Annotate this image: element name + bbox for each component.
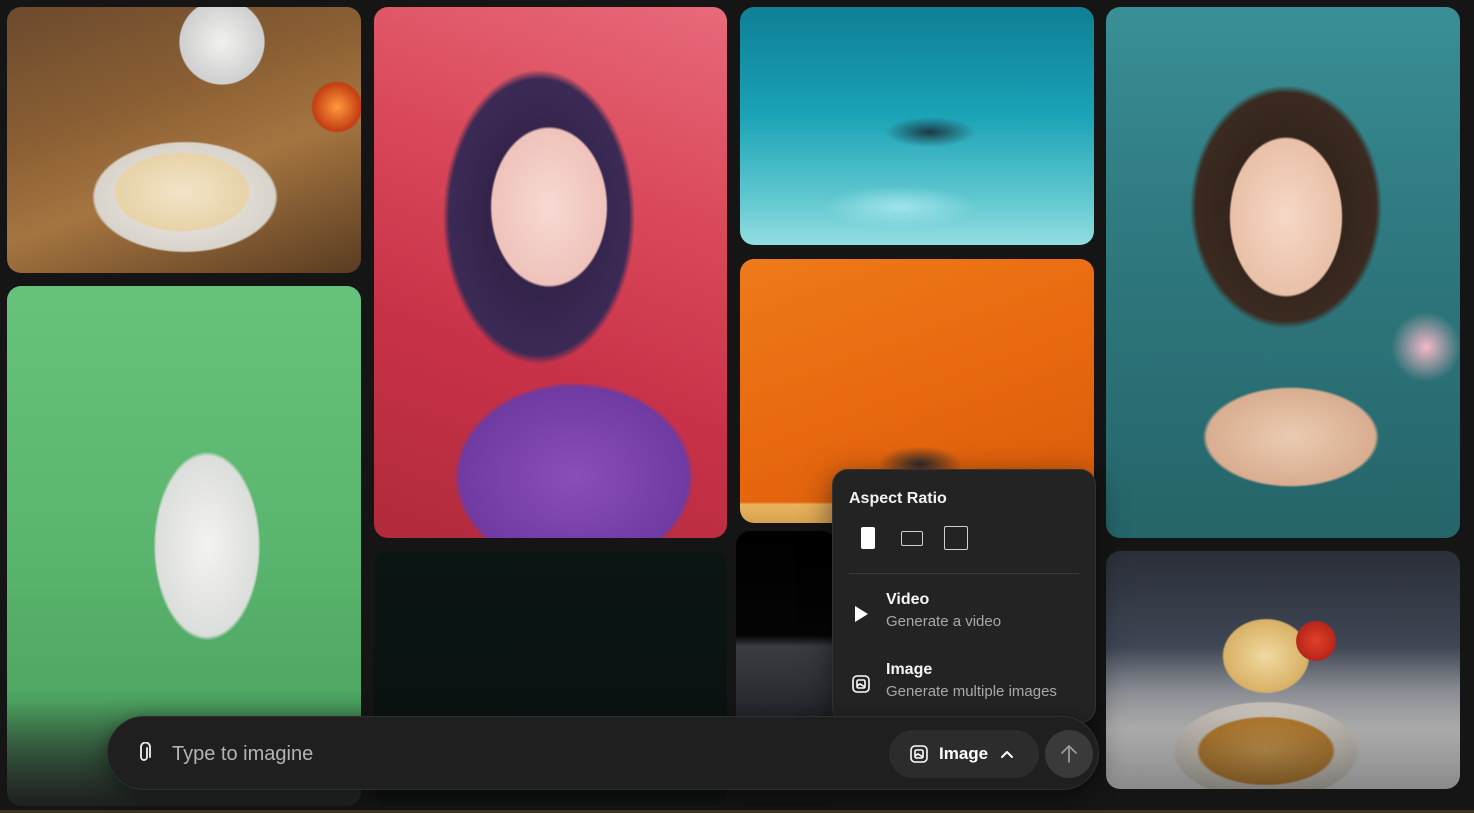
menu-item-image-label: Image: [886, 661, 933, 678]
ratio-square-button[interactable]: [937, 522, 975, 554]
mode-select-button[interactable]: Image: [889, 730, 1039, 778]
anime-kimono-image[interactable]: [374, 7, 727, 538]
menu-divider: [849, 573, 1079, 574]
landscape-ratio-icon: [901, 530, 923, 546]
aspect-ratio-title: Aspect Ratio: [849, 490, 947, 507]
pancakes-image[interactable]: [7, 7, 361, 273]
chevron-up-icon: [1000, 747, 1014, 761]
image-icon: [847, 670, 875, 698]
menu-item-video-label: Video: [886, 591, 930, 608]
underwater-portrait-image[interactable]: [1106, 7, 1460, 538]
menu-item-video-description: Generate a video: [886, 613, 1002, 630]
aspect-ratio-options: [849, 522, 975, 554]
underwater-room-image[interactable]: [740, 7, 1094, 245]
mode-label: Image: [939, 744, 989, 763]
image-icon: [909, 744, 929, 764]
square-ratio-icon: [944, 526, 968, 550]
play-icon: [847, 600, 875, 628]
prompt-bar: Image: [107, 716, 1099, 790]
prompt-input[interactable]: [170, 737, 874, 771]
ratio-landscape-button[interactable]: [893, 522, 931, 554]
menu-item-video[interactable]: Video Generate a video: [847, 588, 1085, 642]
ratio-portrait-button[interactable]: [849, 522, 887, 554]
paperclip-icon: [140, 742, 151, 761]
arrow-up-icon: [1061, 745, 1077, 763]
menu-item-image-description: Generate multiple images: [886, 683, 1057, 700]
send-button[interactable]: [1045, 730, 1093, 778]
mode-popup-menu: Aspect Ratio Video Generate a video Imag…: [832, 469, 1096, 723]
menu-item-image[interactable]: Image Generate multiple images: [847, 658, 1085, 712]
portrait-ratio-icon: [861, 527, 875, 549]
attach-button[interactable]: [130, 739, 158, 767]
